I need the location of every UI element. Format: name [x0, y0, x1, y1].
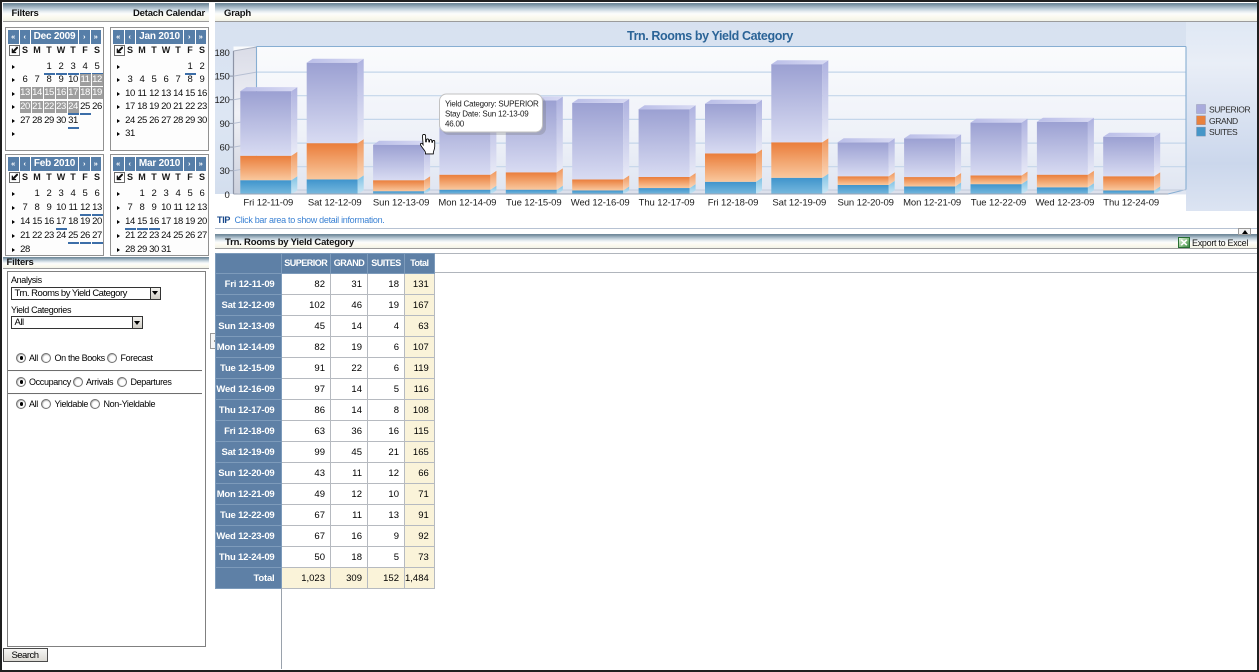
svg-text:Sun 12-13-09: Sun 12-13-09 [373, 198, 429, 209]
svg-text:60: 60 [220, 143, 230, 154]
svg-text:Fri 12-11-09: Fri 12-11-09 [243, 198, 293, 209]
svg-text:Stay Date: Sun 12-13-09: Stay Date: Sun 12-13-09 [445, 110, 529, 119]
svg-text:150: 150 [215, 72, 230, 83]
svg-text:Fri 12-18-09: Fri 12-18-09 [708, 198, 759, 209]
svg-text:SUITES: SUITES [1209, 127, 1238, 137]
svg-text:Wed 12-23-09: Wed 12-23-09 [1035, 198, 1094, 209]
svg-text:SUPERIOR: SUPERIOR [1209, 105, 1250, 115]
svg-text:0: 0 [225, 190, 230, 201]
svg-text:Sat 12-12-09: Sat 12-12-09 [308, 198, 362, 209]
svg-text:Thu 12-17-09: Thu 12-17-09 [639, 198, 695, 209]
svg-text:Sun 12-20-09: Sun 12-20-09 [838, 198, 894, 209]
svg-text:Mon 12-14-09: Mon 12-14-09 [438, 198, 496, 209]
svg-text:Yield Category: SUPERIOR: Yield Category: SUPERIOR [445, 100, 539, 109]
svg-text:46.00: 46.00 [445, 120, 465, 129]
svg-text:Thu 12-24-09: Thu 12-24-09 [1103, 198, 1159, 209]
svg-text:Tue 12-15-09: Tue 12-15-09 [506, 198, 562, 209]
svg-text:90: 90 [220, 119, 230, 130]
svg-text:GRAND: GRAND [1209, 116, 1238, 126]
svg-text:120: 120 [215, 95, 230, 106]
svg-text:30: 30 [220, 166, 230, 177]
svg-text:Mon 12-21-09: Mon 12-21-09 [903, 198, 961, 209]
svg-text:Wed 12-16-09: Wed 12-16-09 [571, 198, 630, 209]
svg-text:Sat 12-19-09: Sat 12-19-09 [772, 198, 826, 209]
svg-text:Tue 12-22-09: Tue 12-22-09 [971, 198, 1027, 209]
svg-text:Trn. Rooms by Yield Category: Trn. Rooms by Yield Category [627, 29, 793, 43]
svg-text:180: 180 [215, 48, 230, 59]
